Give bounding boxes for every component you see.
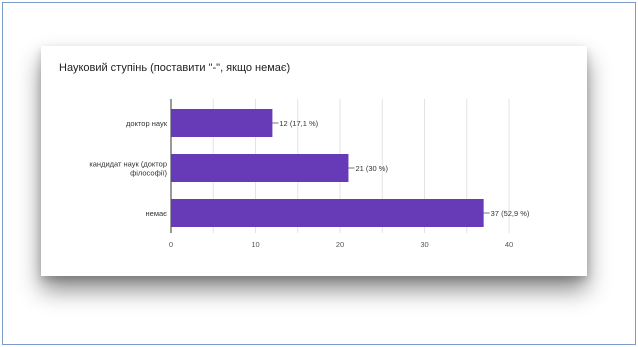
bar-chart: 0 10 20 30 40 12 (17,1 %) доктор наук 21 (30 %)… [89,99,530,249]
bar [171,109,273,137]
data-label: 12 (17,1 %) [279,119,318,128]
x-tick-label: 30 [420,240,428,249]
x-tick-label: 40 [505,240,513,249]
x-tick-label: 0 [169,240,173,249]
category-label: кандидат наук (доктор [89,160,167,169]
data-label: 37 (52,9 %) [491,209,530,218]
x-tick-label: 10 [251,240,259,249]
bar [171,154,349,182]
x-tick-label: 20 [336,240,344,249]
category-label: філософії) [130,169,167,178]
bar [171,199,484,227]
category-label: немає [146,209,168,218]
chart-bars [171,109,484,227]
data-label: 21 (30 %) [355,164,388,173]
chart-labels: 0 10 20 30 40 12 (17,1 %) доктор наук 21 (30 %)… [89,119,530,249]
category-label: доктор наук [126,119,168,128]
